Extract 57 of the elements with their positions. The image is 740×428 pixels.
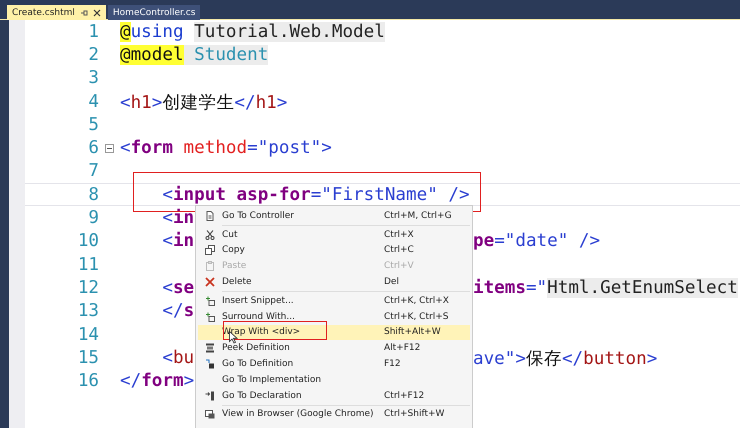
code-text: <form method="post">	[120, 138, 332, 158]
line-number: 10	[76, 231, 99, 252]
file-tab[interactable]: HomeController.cs	[108, 5, 200, 20]
code-text: @using Tutorial.Web.Model	[120, 22, 385, 42]
menu-item[interactable]: Peek Definition Alt+F12	[198, 340, 470, 356]
collapse-icon[interactable]	[105, 144, 114, 153]
peek-icon	[205, 343, 215, 354]
definition-icon	[205, 359, 215, 370]
line-number: 5	[87, 114, 99, 135]
clipboard-icon	[205, 261, 215, 272]
line-number: 14	[76, 324, 99, 344]
copy-icon	[205, 245, 215, 256]
code-text: </form>	[120, 371, 194, 392]
code-text: items="Html.GetEnumSelect	[473, 278, 738, 298]
menu-item[interactable]: Go To Controller Ctrl+M, Ctrl+G	[198, 208, 470, 224]
scissors-icon	[205, 230, 215, 240]
pin-icon[interactable]	[80, 8, 88, 16]
browser-icon	[205, 409, 215, 420]
line-number: 2	[87, 44, 99, 65]
line-number: 6	[87, 138, 99, 158]
menu-item[interactable]: Insert Snippet... Ctrl+K, Ctrl+X	[198, 292, 470, 309]
line-number: 15	[76, 348, 99, 368]
document-icon	[205, 210, 215, 221]
line-number: 16	[76, 371, 99, 392]
code-text: <se	[161, 278, 194, 298]
declaration-icon	[205, 390, 215, 401]
line-number: 1	[87, 22, 99, 42]
code-text: </s	[161, 301, 194, 322]
menu-item[interactable]: Delete Del	[198, 274, 470, 290]
menu-item[interactable]: Copy Ctrl+C	[198, 242, 470, 258]
line-number: 8	[87, 184, 99, 205]
menu-item[interactable]: View in Browser (Google Chrome) Ctrl+Shift+W	[198, 406, 470, 422]
code-text: ave">保存</button>	[473, 348, 658, 370]
menu-item[interactable]: Surround With... Ctrl+K, Ctrl+S	[198, 308, 470, 325]
close-icon[interactable]	[92, 8, 101, 16]
file-tab[interactable]: Create.cshtml	[7, 5, 106, 20]
code-text: <in	[161, 208, 194, 228]
code-text: <h1>创建学生</h1>	[120, 92, 288, 113]
line-number: 4	[87, 92, 99, 112]
line-number: 7	[87, 161, 99, 182]
delete-icon	[205, 277, 215, 288]
line-number: 12	[76, 278, 99, 298]
line-number: 11	[76, 254, 99, 275]
line-number: 13	[76, 301, 99, 322]
menu-item[interactable]: Cut Ctrl+X	[198, 226, 470, 243]
snippet-icon	[205, 296, 215, 306]
line-number: 9	[87, 208, 99, 228]
menu-item[interactable]: Go To Declaration Ctrl+F12	[198, 388, 470, 404]
code-text: @model Student	[120, 44, 268, 65]
code-text: <input asp-for="FirstName" />	[161, 184, 470, 205]
line-number: 3	[87, 68, 99, 88]
menu-item[interactable]: Go To Implementation	[198, 372, 470, 388]
code-text: <bu	[161, 348, 194, 368]
menu-item[interactable]: Go To Definition F12	[198, 356, 470, 372]
code-text: pe="date" />	[473, 231, 600, 252]
code-text: <in	[161, 231, 194, 252]
snippet-icon	[205, 312, 215, 322]
